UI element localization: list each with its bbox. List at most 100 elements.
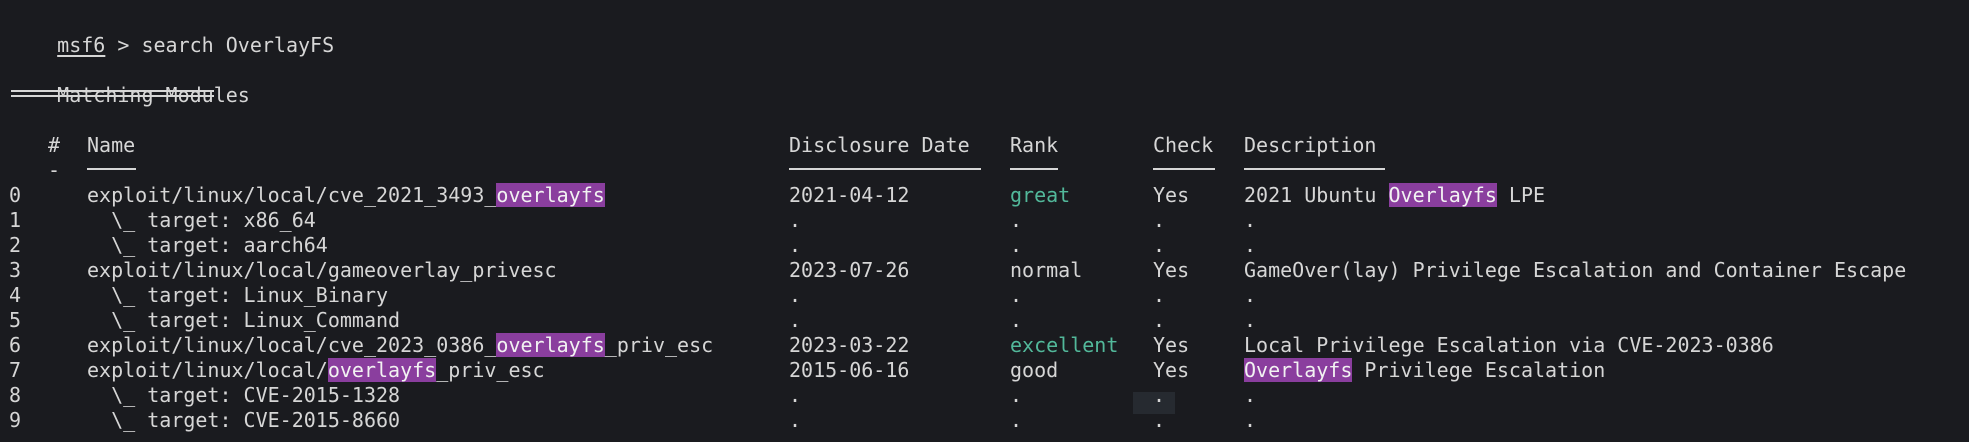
row-disclosure-date: 2015-06-16 [789, 358, 910, 382]
row-check: . [1153, 308, 1166, 332]
header-rank: Rank [1010, 133, 1059, 157]
row-disclosure-date: 2021-04-12 [789, 183, 910, 207]
row-num: 0 [9, 183, 22, 207]
row-disclosure-date: 2023-03-22 [789, 333, 910, 357]
prompt-line: msf6 > search OverlayFS [9, 8, 334, 57]
description-text: . [1244, 383, 1257, 407]
row-rank: excellent [1010, 333, 1119, 357]
row-disclosure-date: . [789, 208, 802, 232]
module-name-text: \_ target: Linux_Command [87, 308, 401, 332]
row-rank: . [1010, 233, 1023, 257]
header-num: # [48, 133, 61, 157]
row-check: Yes [1153, 258, 1190, 282]
row-num: 1 [9, 208, 22, 232]
header-check: Check [1153, 133, 1214, 157]
row-description: Overlayfs Privilege Escalation [1244, 358, 1605, 383]
row-num: 2 [9, 233, 22, 257]
row-check: Yes [1153, 183, 1190, 207]
table-row[interactable]: 2 \_ target: aarch64.... [0, 233, 1969, 258]
table-row[interactable]: 4 \_ target: Linux_Binary.... [0, 283, 1969, 308]
section-title-underline-2 [11, 95, 214, 97]
description-text: GameOver(lay) Privilege Escalation and C… [1244, 258, 1907, 282]
row-module-name: \_ target: aarch64 [87, 233, 328, 258]
table-row[interactable]: 0 exploit/linux/local/cve_2021_3493_overl… [0, 183, 1969, 208]
module-name-text: \_ target: CVE-2015-8660 [87, 408, 401, 432]
prompt-name: msf6 [57, 33, 106, 57]
module-name-text: exploit/linux/local/gameoverlay_privesc [87, 258, 557, 282]
row-rank: . [1010, 408, 1023, 432]
header-date: Disclosure Date [789, 133, 970, 157]
description-suffix: LPE [1496, 183, 1546, 207]
table-row[interactable]: 1 \_ target: x86_64.... [0, 208, 1969, 233]
separator-name [87, 168, 136, 170]
row-num: 9 [9, 408, 22, 432]
prompt-command: search OverlayFS [141, 33, 335, 57]
table-row[interactable]: 6 exploit/linux/local/cve_2023_0386_overl… [0, 333, 1969, 358]
row-module-name: \_ target: x86_64 [87, 208, 316, 233]
row-check: . [1153, 233, 1166, 257]
section-title: Matching Modules [9, 58, 250, 107]
row-check: Yes [1153, 358, 1190, 382]
description-text: . [1244, 283, 1257, 307]
header-separator: - [0, 158, 1969, 183]
table-row[interactable]: 8 \_ target: CVE-2015-1328.... [0, 383, 1969, 408]
row-num: 6 [9, 333, 22, 357]
module-name-text: \_ target: x86_64 [87, 208, 316, 232]
row-rank: normal [1010, 258, 1083, 282]
row-module-name: \_ target: Linux_Binary [87, 283, 388, 308]
search-match-highlight: Overlayfs [1388, 183, 1497, 207]
table-row[interactable]: 3 exploit/linux/local/gameoverlay_privesc… [0, 258, 1969, 283]
row-check: . [1153, 283, 1166, 307]
row-check: . [1153, 408, 1166, 432]
row-check: . [1153, 208, 1166, 232]
separator-date [789, 168, 981, 170]
description-suffix: Privilege Escalation [1352, 358, 1606, 382]
row-num: 7 [9, 358, 22, 382]
row-num: 8 [9, 383, 22, 407]
module-name-text: exploit/linux/local/cve_2021_3493_ [87, 183, 497, 207]
row-disclosure-date: . [789, 308, 802, 332]
search-match-highlight: overlayfs [327, 358, 437, 382]
table-row[interactable]: 5 \_ target: Linux_Command.... [0, 308, 1969, 333]
prompt-separator: > [105, 33, 142, 57]
module-name-suffix: _priv_esc [436, 358, 545, 382]
terminal-window[interactable]: msf6 > search OverlayFS Matching Modules… [0, 0, 1969, 442]
row-module-name: exploit/linux/local/cve_2023_0386_overla… [87, 333, 713, 358]
row-description: Local Privilege Escalation via CVE-2023-… [1244, 333, 1774, 358]
description-text: . [1244, 308, 1257, 332]
search-match-highlight: overlayfs [496, 183, 605, 207]
module-name-text: \_ target: CVE-2015-1328 [87, 383, 401, 407]
description-text: Local Privilege Escalation via CVE-2023-… [1244, 333, 1774, 357]
search-match-highlight: overlayfs [496, 333, 605, 357]
row-rank: great [1010, 183, 1071, 207]
row-disclosure-date: 2023-07-26 [789, 258, 910, 282]
row-module-name: \_ target: CVE-2015-8660 [87, 408, 400, 433]
row-description: . [1244, 233, 1256, 258]
row-disclosure-date: . [789, 408, 802, 432]
row-num: 5 [9, 308, 22, 332]
row-disclosure-date: . [789, 383, 802, 407]
row-description: . [1244, 208, 1256, 233]
row-check: . [1153, 383, 1166, 407]
separator-rank [1010, 168, 1058, 170]
row-description: . [1244, 383, 1256, 408]
module-name-suffix: _priv_esc [604, 333, 714, 357]
row-module-name: exploit/linux/local/gameoverlay_privesc [87, 258, 557, 283]
row-num: 3 [9, 258, 22, 282]
row-module-name: \_ target: CVE-2015-1328 [87, 383, 400, 408]
header-name: Name [87, 133, 136, 157]
row-module-name: exploit/linux/local/cve_2021_3493_overla… [87, 183, 605, 208]
row-check: Yes [1153, 333, 1190, 357]
search-match-highlight: Overlayfs [1244, 358, 1353, 382]
description-text: . [1244, 208, 1257, 232]
row-description: GameOver(lay) Privilege Escalation and C… [1244, 258, 1906, 283]
row-module-name: exploit/linux/local/overlayfs_priv_esc [87, 358, 545, 383]
description-text: . [1244, 408, 1257, 432]
module-name-text: \_ target: aarch64 [87, 233, 328, 257]
table-row[interactable]: 7 exploit/linux/local/overlayfs_priv_esc 2… [0, 358, 1969, 383]
separator-num: - [48, 158, 61, 182]
table-row[interactable]: 9 \_ target: CVE-2015-8660.... [0, 408, 1969, 433]
row-rank: . [1010, 383, 1023, 407]
row-description: . [1244, 408, 1256, 433]
module-name-text: \_ target: Linux_Binary [87, 283, 389, 307]
